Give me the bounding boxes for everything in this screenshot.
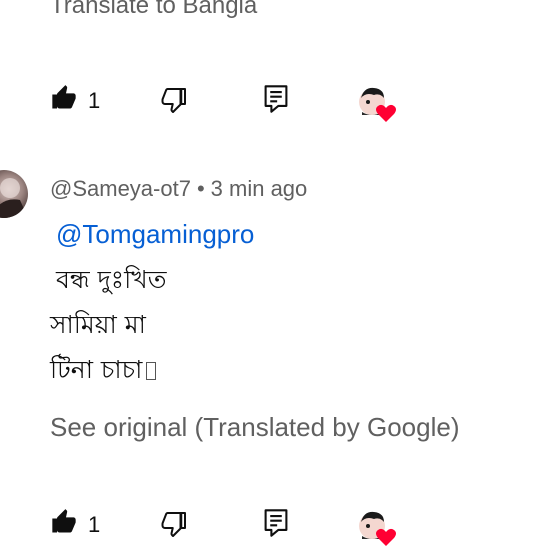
comment-author[interactable]: @Sameya-ot7 [50, 176, 191, 201]
like-button[interactable]: 1 [50, 508, 100, 541]
comment-line: বন্ধ দুঃখিত [56, 265, 167, 294]
comment-line: সামিয়া মা [50, 310, 146, 339]
dislike-button[interactable] [160, 508, 190, 543]
like-button[interactable]: 1 [50, 84, 100, 117]
creator-heart-icon [356, 84, 400, 129]
like-count: 1 [88, 87, 101, 113]
comment-line: টিনা চাচা [50, 355, 143, 384]
creator-heart [356, 84, 400, 129]
comment-timestamp: 3 min ago [210, 176, 308, 201]
mention-link[interactable]: @Tomgamingpro [56, 219, 254, 249]
avatar[interactable] [0, 170, 28, 218]
like-count: 1 [88, 511, 101, 537]
creator-heart-icon [356, 508, 400, 553]
thumbs-up-icon [50, 84, 78, 117]
missing-glyph-icon [146, 362, 157, 380]
reply-button[interactable] [262, 84, 290, 119]
creator-heart [356, 508, 400, 553]
thumbs-down-icon [160, 508, 190, 543]
see-original-link[interactable]: See original (Translated by Google) [50, 412, 459, 443]
comment-meta: @Sameya-ot7 • 3 min ago [50, 176, 307, 202]
thumbs-up-icon [50, 508, 78, 541]
comment-body: @Tomgamingpro বন্ধ দুঃখিত সামিয়া মা টিন… [50, 212, 254, 392]
dislike-button[interactable] [160, 84, 190, 119]
translate-link[interactable]: Translate to Bangla [50, 0, 257, 20]
reply-comment-icon [262, 508, 290, 543]
thumbs-down-icon [160, 84, 190, 119]
reply-button[interactable] [262, 508, 290, 543]
reply-comment-icon [262, 84, 290, 119]
comment-action-bar: 1 [50, 508, 410, 546]
comment-action-bar: 1 [50, 84, 410, 122]
meta-separator: • [196, 176, 205, 201]
